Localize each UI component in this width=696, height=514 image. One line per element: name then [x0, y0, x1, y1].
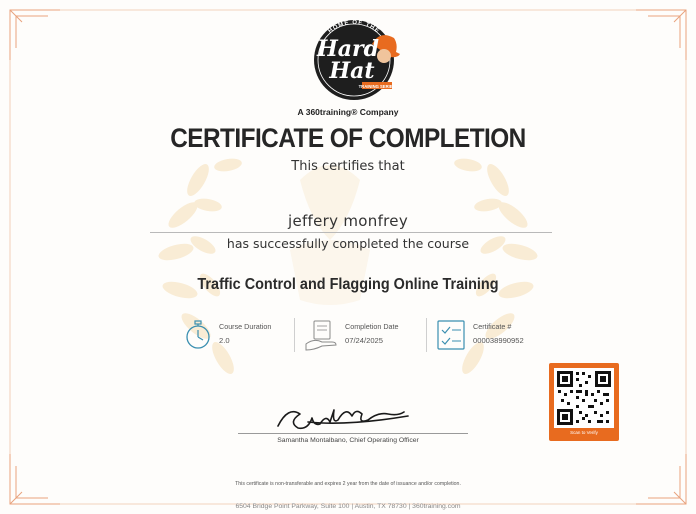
logo-bottom-arc-text: TRAINING SERIES — [359, 84, 396, 89]
signature-line — [238, 433, 468, 434]
recipient-name: jeffery monfrey — [287, 212, 409, 230]
company-tagline: A 360training® Company — [297, 107, 399, 117]
completion-date-value: 07/24/2025 — [345, 336, 384, 345]
qr-caption: Scan to Verify — [570, 430, 598, 435]
course-duration-value: 2.0 — [219, 336, 230, 345]
course-duration-label: Course Duration — [219, 322, 272, 331]
completion-date-block: Completion Date 07/24/2025 — [304, 318, 424, 354]
detail-divider — [426, 318, 427, 352]
checklist-icon — [437, 320, 465, 350]
handwritten-signature — [277, 409, 409, 430]
completion-date-label: Completion Date — [345, 322, 399, 331]
certifies-text: This certifies that — [291, 159, 405, 174]
stopwatch-icon — [186, 320, 210, 349]
signer-name: Samantha Montalbano, Chief Operating Off… — [277, 437, 419, 444]
course-title: Traffic Control and Flagging Online Trai… — [197, 276, 499, 293]
completed-text: has successfully completed the course — [226, 236, 470, 251]
logo-text-hat: Hat — [328, 58, 374, 84]
qr-verification-badge[interactable]: Scan to Verify — [549, 363, 619, 441]
hard-hat-logo: HOME OF THE Hard Hat TRAINING SERIES — [314, 20, 400, 100]
certificate-number-block: Certificate # 000038990952 — [436, 318, 556, 354]
certificate-number-label: Certificate # — [473, 322, 512, 331]
certificate: HOME OF THE Hard Hat TRAINING SERIES A 3… — [0, 0, 696, 514]
certificate-number-value: 000038990952 — [473, 336, 524, 345]
hand-certificate-icon — [305, 320, 337, 351]
certificate-title: CERTIFICATE OF COMPLETION — [170, 123, 526, 153]
name-underline — [150, 232, 552, 233]
detail-divider — [294, 318, 295, 352]
qr-code[interactable] — [554, 368, 614, 428]
footer-address: 6504 Bridge Point Parkway, Suite 100 | A… — [235, 503, 461, 510]
course-duration-block: Course Duration 2.0 — [184, 318, 294, 354]
disclaimer: This certificate is non-transferable and… — [235, 481, 461, 487]
